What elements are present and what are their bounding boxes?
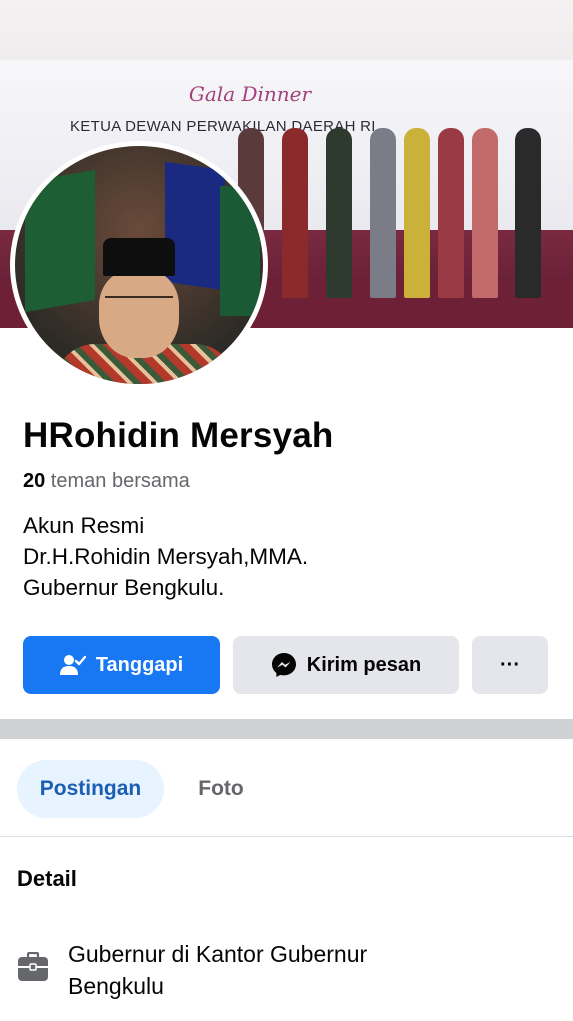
- messenger-icon: [271, 652, 297, 678]
- profile-bio: Akun Resmi Dr.H.Rohidin Mersyah,MMA. Gub…: [23, 510, 308, 603]
- send-message-button[interactable]: Kirim pesan: [233, 636, 459, 694]
- more-options-button[interactable]: ···: [472, 636, 548, 694]
- person-check-icon: [59, 654, 86, 676]
- cover-person: [326, 128, 352, 298]
- profile-page: Gala Dinner KETUA DEWAN PERWAKILAN DAERA…: [0, 0, 573, 1021]
- cover-person: [404, 128, 430, 298]
- avatar-cap: [103, 238, 175, 276]
- tabs-divider: [0, 836, 573, 837]
- send-message-label: Kirim pesan: [306, 653, 422, 676]
- mutual-friends-count: 20: [23, 470, 46, 492]
- briefcase-icon: [17, 951, 49, 987]
- section-divider: [0, 719, 573, 739]
- respond-button[interactable]: Tanggapi: [23, 636, 220, 694]
- avatar-glasses: [105, 296, 173, 308]
- cover-person: [472, 128, 498, 298]
- work-detail-line: Bengkulu: [68, 973, 164, 999]
- mutual-friends[interactable]: 20 teman bersama: [23, 470, 190, 493]
- work-detail-text[interactable]: Gubernur di Kantor Gubernur Bengkulu: [68, 938, 367, 1002]
- mutual-friends-label: teman bersama: [45, 470, 190, 492]
- bio-line: Gubernur Bengkulu.: [23, 575, 225, 600]
- tab-posts[interactable]: Postingan: [17, 760, 164, 818]
- bio-line: Akun Resmi: [23, 513, 145, 538]
- cover-person: [515, 128, 541, 298]
- profile-name: HRohidin Mersyah: [23, 416, 334, 455]
- more-options-icon: ···: [500, 653, 520, 676]
- avatar-face: [99, 270, 179, 358]
- avatar-flag: [220, 186, 260, 316]
- bio-line: Dr.H.Rohidin Mersyah,MMA.: [23, 544, 309, 569]
- cover-person: [438, 128, 464, 298]
- avatar-flag: [25, 169, 95, 313]
- profile-avatar[interactable]: [10, 141, 268, 389]
- tab-photos[interactable]: Foto: [180, 760, 262, 818]
- cover-headline-text: KETUA DEWAN PERWAKILAN DAERAH RI: [70, 118, 376, 135]
- respond-button-label: Tanggapi: [95, 653, 184, 676]
- cover-person: [370, 128, 396, 298]
- work-detail-line: Gubernur di Kantor Gubernur: [68, 941, 368, 967]
- cover-script-text: Gala Dinner: [188, 82, 312, 106]
- details-heading: Detail: [17, 866, 77, 891]
- cover-person: [282, 128, 308, 298]
